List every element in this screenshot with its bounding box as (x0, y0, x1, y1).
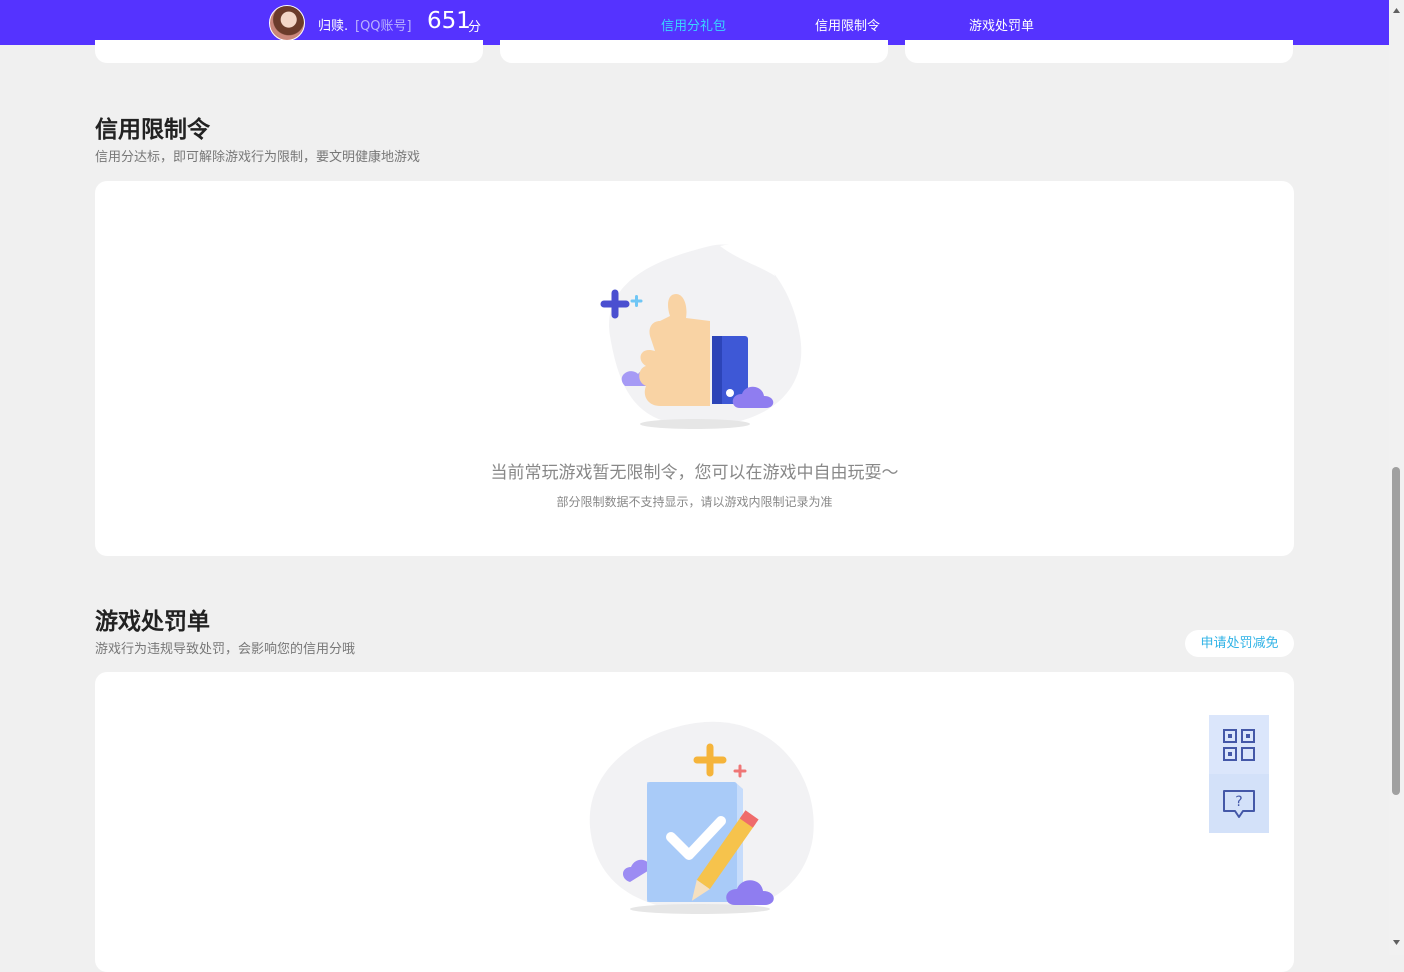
help-button[interactable]: ? (1209, 774, 1269, 833)
credit-score: 651 (427, 8, 471, 34)
empty-state-note: 部分限制数据不支持显示，请以游戏内限制记录为准 (556, 495, 833, 509)
tab-restriction[interactable]: 信用限制令 (815, 15, 880, 34)
svg-text:?: ? (1235, 794, 1242, 810)
thumbs-up-illustration (600, 244, 802, 429)
scrollbar-thumb[interactable] (1392, 467, 1400, 795)
gift-card[interactable] (905, 40, 1293, 63)
username: 归赎. (318, 19, 349, 34)
tab-credit-gift[interactable]: 信用分礼包 (661, 15, 726, 34)
section-subtitle-punishment: 游戏行为违规导致处罚，会影响您的信用分哦 (95, 642, 356, 657)
avatar[interactable] (269, 5, 305, 41)
top-nav-bar: 归赎. [QQ账号] 651 分 信用分礼包 信用限制令 游戏处罚单 (0, 0, 1389, 45)
empty-state-message: 当前常玩游戏暂无限制令，您可以在游戏中自由玩耍～ (490, 463, 899, 483)
help-chat-icon: ? (1223, 789, 1255, 818)
scroll-down-arrow-icon[interactable] (1392, 938, 1401, 947)
gift-card[interactable] (95, 40, 483, 63)
page-scrollbar[interactable] (1389, 0, 1404, 955)
qr-code-icon (1223, 728, 1255, 761)
restriction-card: 当前常玩游戏暂无限制令，您可以在游戏中自由玩耍～ 部分限制数据不支持显示，请以游… (95, 181, 1294, 556)
apply-reduction-button[interactable]: 申请处罚减免 (1185, 630, 1294, 657)
section-title-punishment: 游戏处罚单 (95, 609, 210, 635)
scroll-up-arrow-icon[interactable] (1392, 6, 1401, 15)
checklist-illustration (589, 721, 814, 914)
tab-punishment[interactable]: 游戏处罚单 (969, 15, 1034, 34)
gift-card[interactable] (500, 40, 888, 63)
section-subtitle-restriction: 信用分达标，即可解除游戏行为限制，要文明健康地游戏 (95, 150, 421, 165)
qr-code-button[interactable] (1209, 715, 1269, 774)
punishment-card (95, 672, 1294, 972)
account-type-tag: [QQ账号] (355, 19, 412, 34)
credit-score-unit: 分 (468, 20, 482, 35)
section-title-restriction: 信用限制令 (95, 117, 210, 143)
